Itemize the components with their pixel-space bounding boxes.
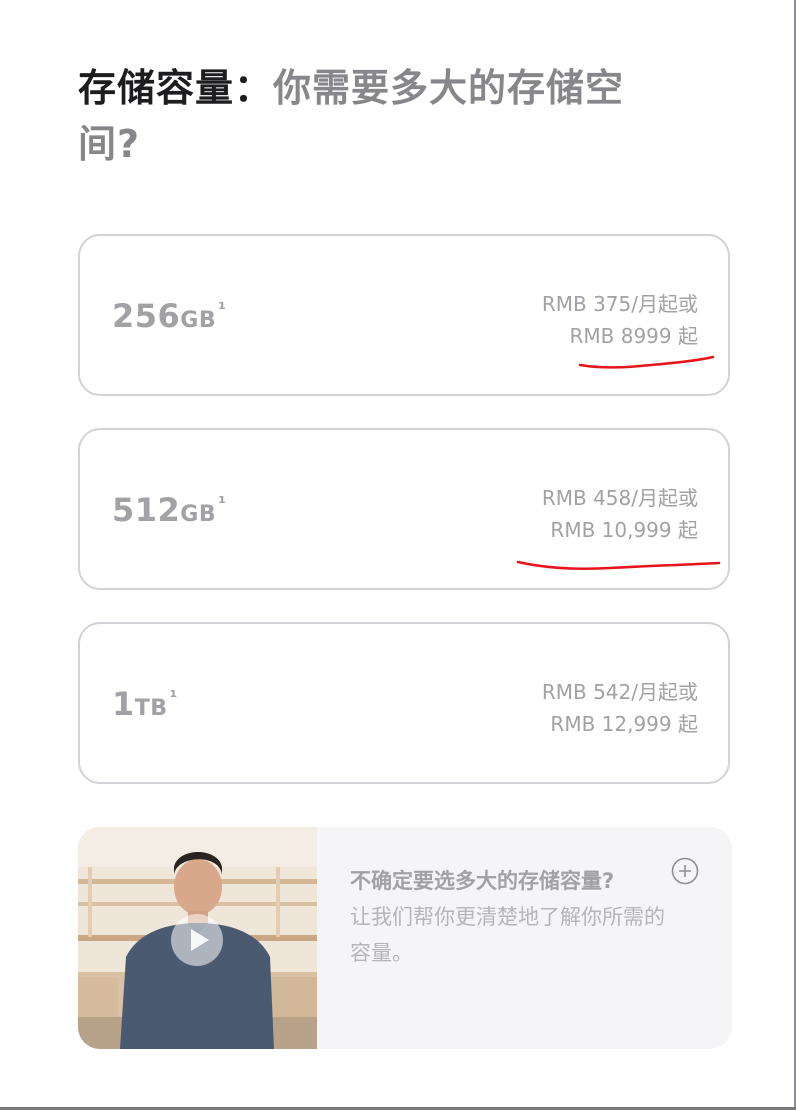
capacity-label: 1TB ¹ (112, 684, 178, 730)
plus-circle-icon[interactable] (671, 857, 699, 885)
footnote-marker: ¹ (218, 299, 227, 320)
video-thumbnail[interactable] (78, 827, 317, 1049)
total-price: RMB 12,999 起 (550, 712, 698, 736)
footnote-marker: ¹ (218, 493, 227, 514)
storage-option-1tb[interactable]: 1TB ¹ RMB 542/月起或 RMB 12,999 起 (78, 622, 730, 784)
capacity-size: 1 (112, 685, 135, 723)
capacity-size: 256 (112, 297, 181, 335)
monthly-price: RMB 458/月起或 (541, 486, 698, 510)
capacity-label: 256GB ¹ (112, 296, 227, 342)
capacity-unit: GB (180, 308, 217, 333)
heading-strong: 存储容量： (78, 66, 274, 110)
help-title: 不确定要选多大的存储容量? (350, 869, 615, 893)
storage-help-card[interactable]: 不确定要选多大的存储容量? 让我们帮你更清楚地了解你所需的容量。 (78, 827, 732, 1049)
price-block: RMB 375/月起或 RMB 8999 起 (542, 288, 698, 352)
storage-option-256gb[interactable]: 256GB ¹ RMB 375/月起或 RMB 8999 起 (78, 234, 730, 396)
capacity-size: 512 (112, 491, 181, 529)
help-description: 让我们帮你更清楚地了解你所需的容量。 (350, 905, 665, 965)
help-text: 不确定要选多大的存储容量? 让我们帮你更清楚地了解你所需的容量。 (350, 863, 680, 971)
monthly-price: RMB 375/月起或 (541, 292, 698, 316)
price-block: RMB 458/月起或 RMB 10,999 起 (542, 482, 698, 546)
price-block: RMB 542/月起或 RMB 12,999 起 (542, 676, 698, 740)
capacity-unit: TB (134, 696, 168, 721)
footnote-marker: ¹ (169, 687, 178, 708)
capacity-label: 512GB ¹ (112, 490, 227, 536)
capacity-unit: GB (180, 502, 217, 527)
monthly-price: RMB 542/月起或 (541, 680, 698, 704)
page-heading: 存储容量：你需要多大的存储空间? (78, 60, 678, 172)
play-icon[interactable] (170, 913, 224, 967)
total-price: RMB 10,999 起 (550, 518, 698, 542)
total-price: RMB 8999 起 (569, 324, 699, 348)
storage-option-512gb[interactable]: 512GB ¹ RMB 458/月起或 RMB 10,999 起 (78, 428, 730, 590)
